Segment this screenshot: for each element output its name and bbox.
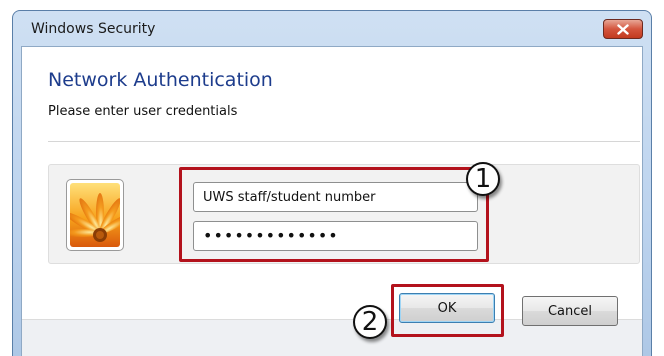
step-2-callout: 2 <box>353 305 387 339</box>
credentials-highlight-box: ••••••••••••• <box>179 167 489 262</box>
user-tile-flower-icon <box>66 179 124 251</box>
credential-tile: ••••••••••••• <box>48 164 640 264</box>
step-1-callout: 1 <box>466 162 500 196</box>
separator <box>48 141 640 142</box>
ok-button[interactable]: OK <box>399 293 495 323</box>
close-button[interactable] <box>603 19 643 39</box>
dialog-heading: Network Authentication <box>48 69 273 91</box>
title-bar[interactable]: Windows Security <box>13 11 651 47</box>
cancel-button[interactable]: Cancel <box>522 296 618 326</box>
window-title: Windows Security <box>31 21 156 37</box>
close-icon <box>617 23 629 35</box>
dialog-subheading: Please enter user credentials <box>48 104 238 119</box>
username-field[interactable] <box>193 182 478 212</box>
password-field[interactable]: ••••••••••••• <box>193 221 478 251</box>
